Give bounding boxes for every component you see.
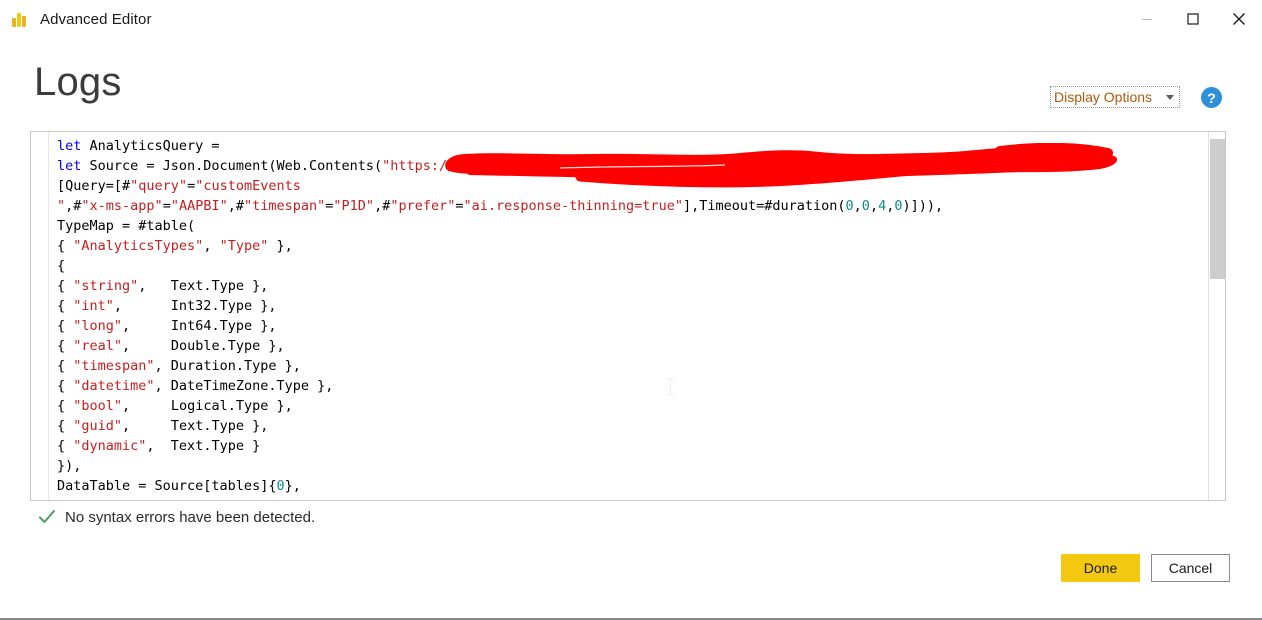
done-button[interactable]: Done	[1061, 554, 1140, 582]
code-line: { "guid", Text.Type },	[57, 418, 269, 434]
footer-buttons: Done Cancel	[1061, 554, 1230, 582]
editor-scrollbar[interactable]	[1208, 132, 1225, 500]
code-line: { "bool", Logical.Type },	[57, 398, 293, 414]
display-options-label: Display Options	[1054, 89, 1153, 105]
scrollbar-thumb[interactable]	[1210, 139, 1225, 280]
checkmark-icon	[38, 508, 56, 526]
advanced-editor-window: Advanced Editor Logs Display Options ? l…	[0, 0, 1262, 620]
status-message: No syntax errors have been detected.	[65, 508, 316, 526]
code-line: { "int", Int32.Type },	[57, 298, 277, 314]
code-line: TypeMap = #table(	[57, 218, 196, 234]
help-icon[interactable]: ?	[1201, 87, 1222, 108]
powerbi-logo-icon	[11, 10, 29, 28]
chevron-down-icon	[1166, 94, 1174, 100]
maximize-button[interactable]	[1170, 0, 1216, 38]
code-line: let AnalyticsQuery =	[57, 138, 220, 154]
code-line: ",#"x-ms-app"="AAPBI",#"timespan"="P1D",…	[57, 198, 944, 214]
code-line: [Query=[#"query"="customEvents	[57, 178, 301, 194]
code-line: { "string", Text.Type },	[57, 278, 269, 294]
code-editor[interactable]: let AnalyticsQuery = let Source = Json.Do…	[30, 131, 1226, 501]
minimize-button[interactable]	[1124, 0, 1170, 38]
code-line: { "dynamic", Text.Type }	[57, 438, 261, 454]
cancel-button[interactable]: Cancel	[1151, 554, 1230, 582]
code-line: { "timespan", Duration.Type },	[57, 358, 301, 374]
close-button[interactable]	[1216, 0, 1262, 38]
window-title: Advanced Editor	[40, 10, 152, 28]
code-line: }),	[57, 458, 82, 474]
editor-gutter	[31, 132, 49, 500]
code-text[interactable]: let AnalyticsQuery = let Source = Json.Do…	[57, 136, 1203, 496]
display-options-dropdown[interactable]: Display Options	[1050, 86, 1180, 108]
code-line: { "datetime", DateTimeZone.Type },	[57, 378, 334, 394]
page-title: Logs	[34, 60, 122, 104]
code-line: DataTable = Source[tables]{0},	[57, 478, 301, 494]
syntax-status: No syntax errors have been detected.	[38, 506, 315, 528]
code-line: let Source = Json.Document(Web.Contents(…	[57, 158, 456, 174]
code-line: { "long", Int64.Type },	[57, 318, 277, 334]
title-bar: Advanced Editor	[0, 0, 1262, 38]
code-line: { "real", Double.Type },	[57, 338, 285, 354]
code-line: {	[57, 258, 66, 274]
code-line: { "AnalyticsTypes", "Type" },	[57, 238, 293, 254]
window-controls	[1124, 0, 1262, 38]
